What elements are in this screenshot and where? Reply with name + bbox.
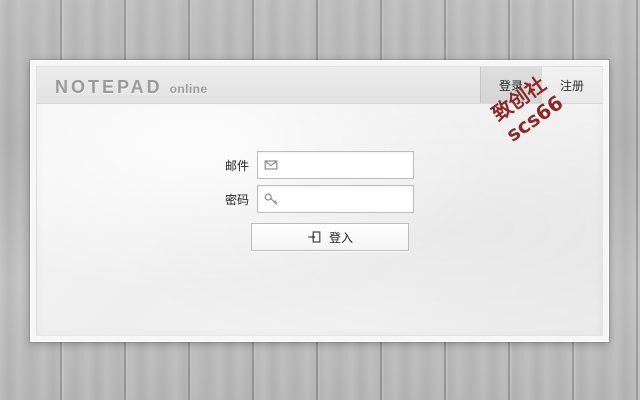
email-row: 邮件: [207, 151, 414, 180]
mail-icon: [264, 160, 278, 170]
login-icon: [308, 231, 321, 243]
app-window: NOTEPAD online 登录 注册 致创社scs66 邮件 密码 登入: [30, 60, 609, 342]
paper-panel: NOTEPAD online 登录 注册 致创社scs66 邮件 密码 登入: [36, 66, 603, 336]
password-label: 密码: [224, 192, 249, 207]
login-form: 邮件 密码 登入: [37, 67, 602, 335]
login-submit-label: 登入: [328, 230, 353, 245]
login-submit-button[interactable]: 登入: [251, 223, 409, 251]
email-label: 邮件: [224, 158, 249, 173]
email-input[interactable]: [282, 152, 413, 180]
key-icon: [264, 193, 278, 205]
password-input[interactable]: [282, 186, 413, 214]
email-field[interactable]: [257, 151, 414, 180]
password-field[interactable]: [257, 185, 414, 214]
password-row: 密码: [207, 185, 414, 214]
